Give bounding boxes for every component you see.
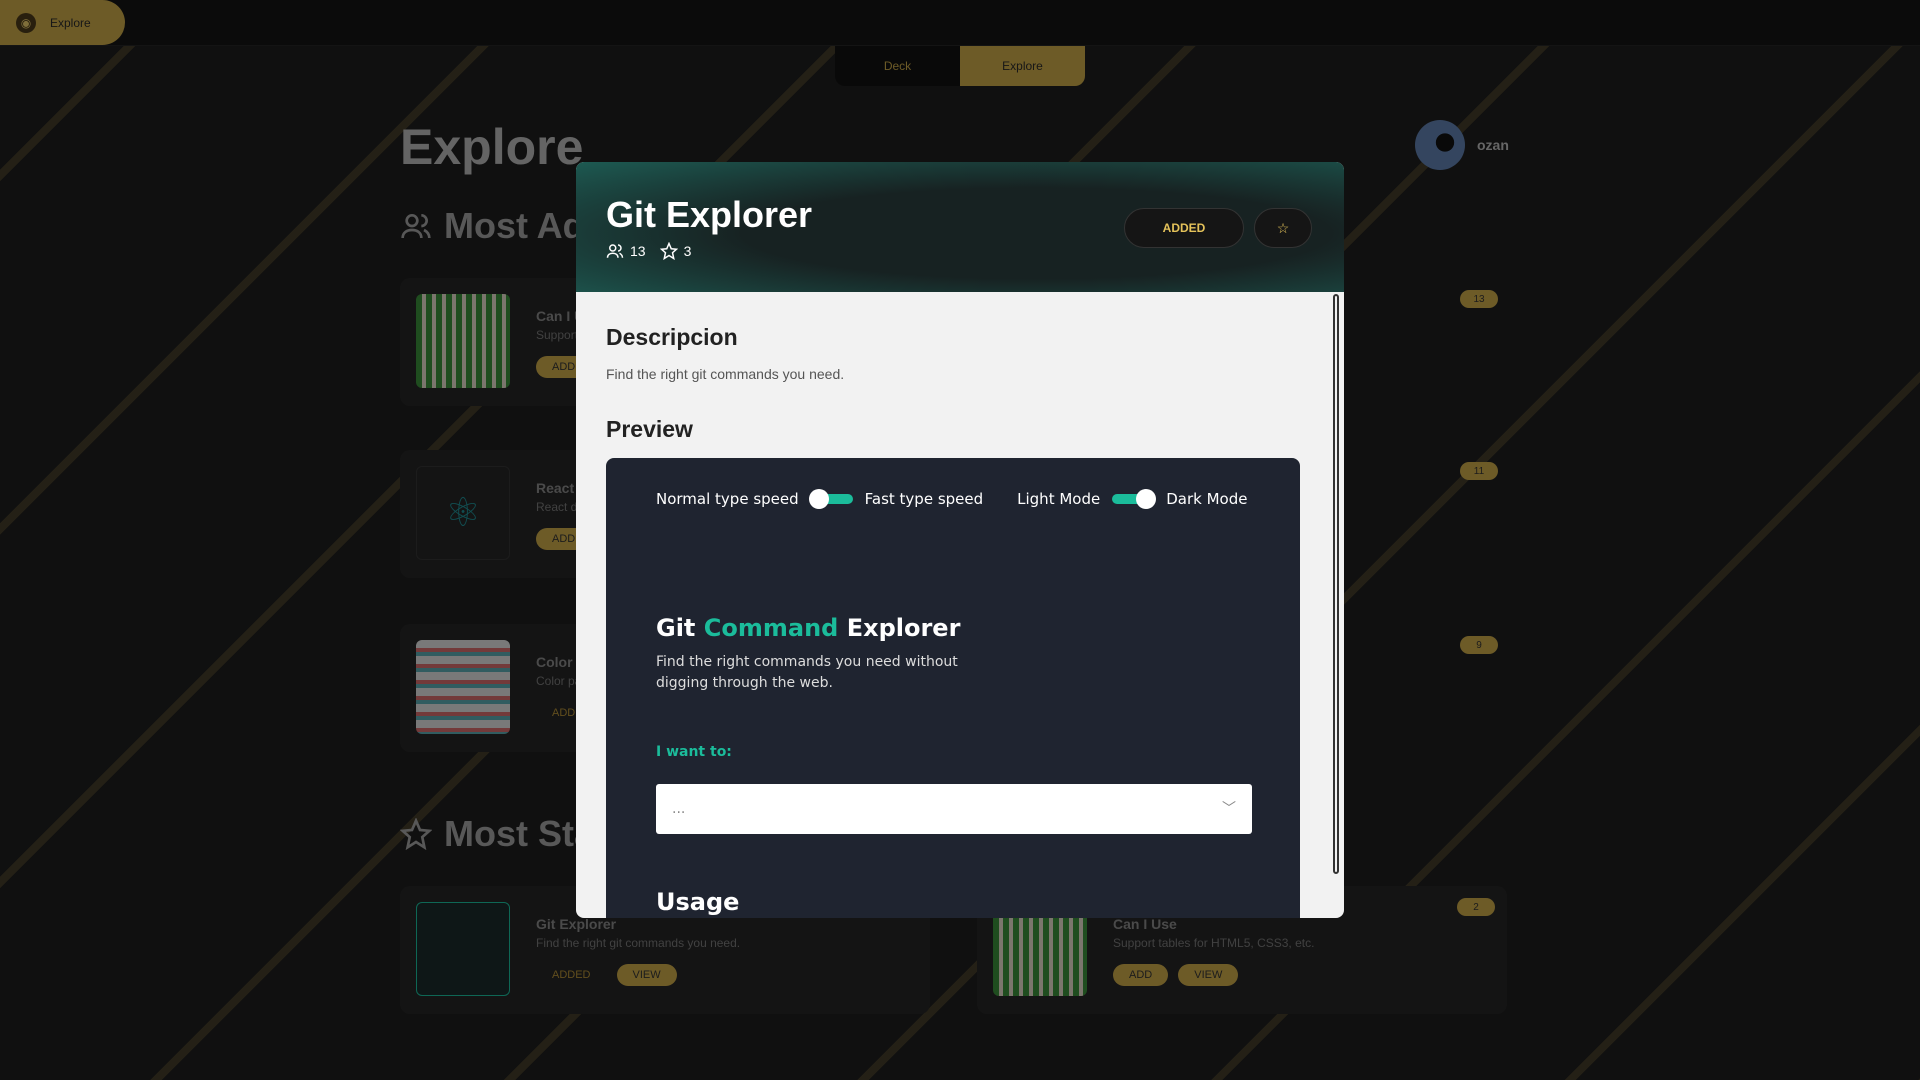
fast-speed-label: Fast type speed [864,490,984,508]
preview-subtitle: Find the right commands you need without… [656,654,958,691]
scrollbar[interactable] [1333,294,1339,874]
dark-mode-label: Dark Mode [1166,490,1248,508]
star-button[interactable]: ☆ [1254,208,1312,248]
modal-header: Git Explorer 13 3 ADDED ☆ [576,162,1344,292]
preview-toggles: Normal type speed Fast type speed Light … [656,489,1248,509]
command-select[interactable]: ... ﹀ [656,784,1252,834]
toggle-knob [808,489,829,509]
title-word: Explorer [846,614,961,642]
theme-toggle[interactable] [1112,489,1157,509]
user-count: 13 [630,243,646,259]
speed-toggle[interactable] [808,489,853,509]
star-count: 3 [683,243,692,259]
usage-heading: Usage [656,888,740,916]
users-icon [606,244,624,258]
toggle-knob [1136,489,1157,509]
normal-speed-label: Normal type speed [656,490,799,508]
modal-body: Descripcion Find the right git commands … [576,292,1344,918]
light-mode-label: Light Mode [1017,490,1101,508]
title-word: Git [656,614,696,642]
select-value: ... [672,801,686,817]
title-accent: Command [703,614,839,642]
app-detail-modal: Git Explorer 13 3 ADDED ☆ Descripcion Fi… [576,162,1344,918]
preview-panel: Normal type speed Fast type speed Light … [606,458,1300,918]
added-button[interactable]: ADDED [1124,208,1244,248]
preview-heading: Preview [606,416,693,442]
star-outline-icon [659,242,678,260]
chevron-down-icon: ﹀ [1222,801,1236,817]
modal-title: Git Explorer [606,194,813,235]
want-label: I want to: [656,744,732,760]
modal-stats: 13 3 [606,242,691,260]
star-icon: ☆ [1276,219,1290,236]
description-heading: Descripcion [606,324,738,350]
description-text: Find the right git commands you need. [606,366,845,382]
preview-title: Git Command Explorer [656,614,960,642]
